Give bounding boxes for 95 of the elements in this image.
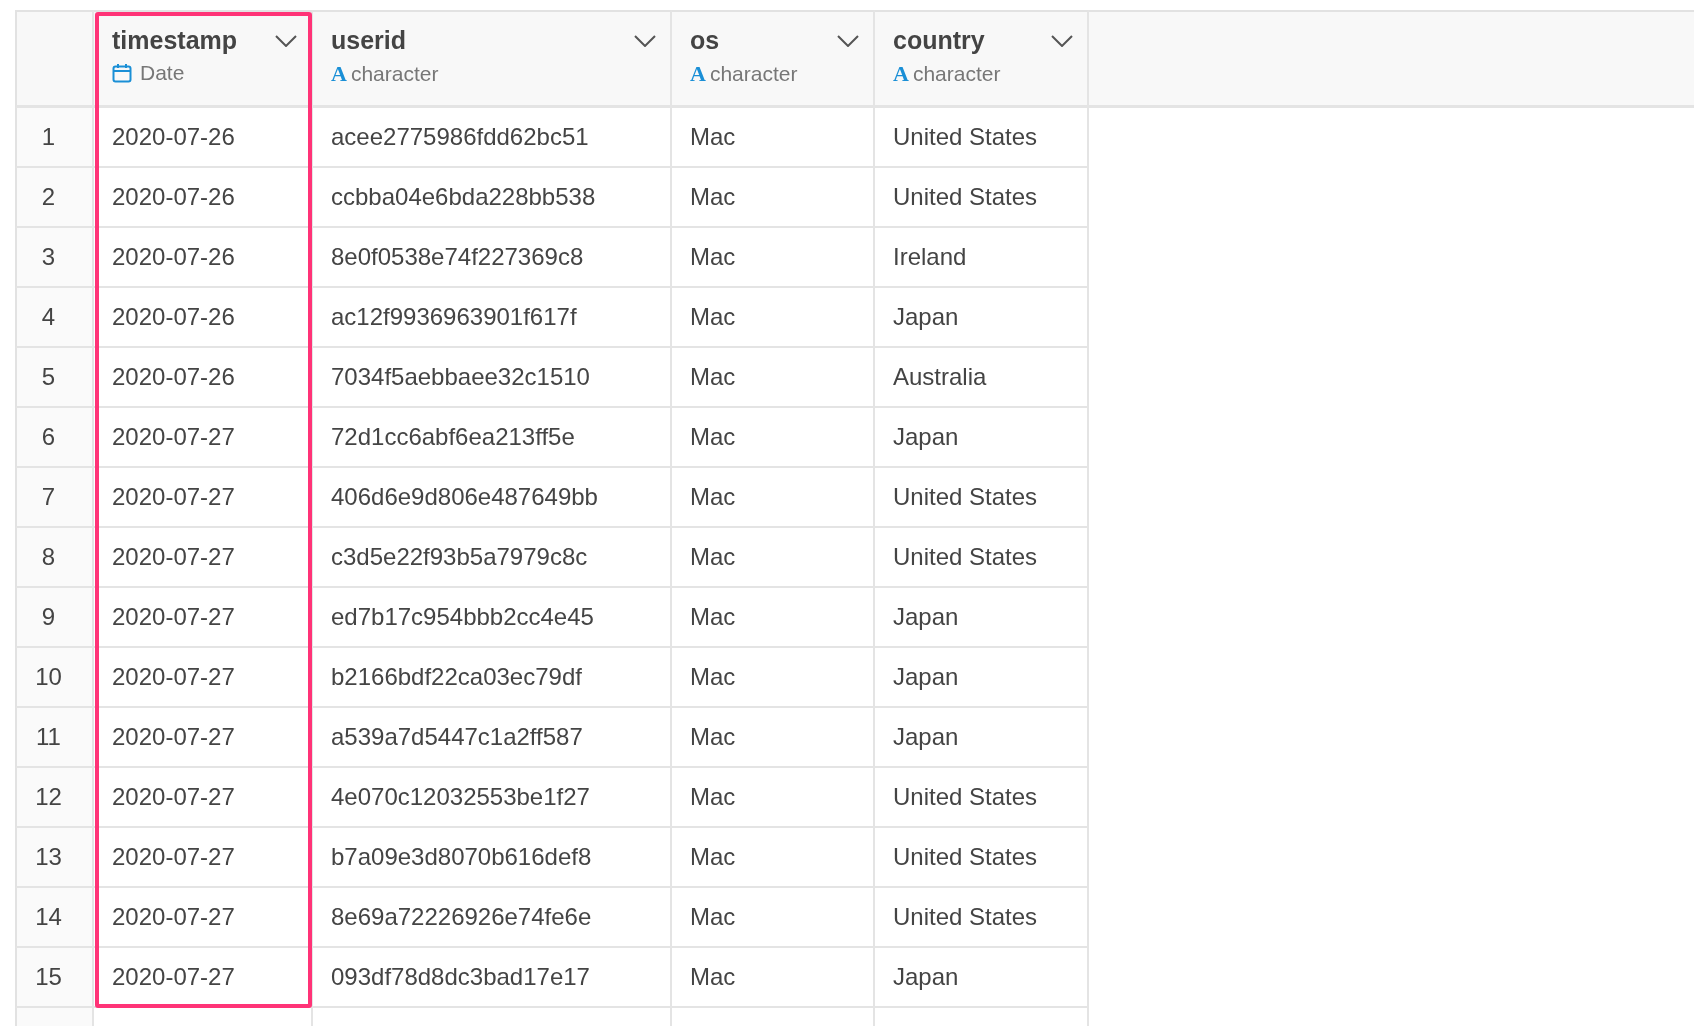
table-cell: 4e070c12032553be1f27 (313, 768, 672, 828)
table-cell: b2166bdf22ca03ec79df (313, 648, 672, 708)
table-cell: United States (875, 768, 1089, 828)
table-cell: 2020-07-26 (94, 228, 313, 288)
row-number: 9 (15, 588, 94, 648)
chevron-down-icon[interactable] (275, 34, 297, 47)
table-cell: 2020-07-27 (94, 768, 313, 828)
row-number: 3 (15, 228, 94, 288)
table-cell: 093df78d8dc3bad17e17 (313, 948, 672, 1008)
table-cell: acee2775986fdd62bc51 (313, 108, 672, 168)
table-cell: Australia (875, 348, 1089, 408)
row-number: 4 (15, 288, 94, 348)
table-cell: United States (875, 108, 1089, 168)
column-name: country (893, 26, 985, 55)
row-number: 8 (15, 528, 94, 588)
column-type-label: character (912, 62, 1001, 86)
table-cell: 2020-07-27 (94, 468, 313, 528)
chevron-down-icon[interactable] (837, 34, 859, 47)
table-cell: 2020-07-27 (94, 948, 313, 1008)
table-cell: Mac (672, 528, 875, 588)
table-cell: Mac (672, 768, 875, 828)
column-header[interactable]: timestamp Date (94, 10, 313, 108)
row-number: 5 (15, 348, 94, 408)
column-name: os (690, 26, 720, 55)
row-number: 15 (15, 948, 94, 1008)
table-cell: Mac (672, 648, 875, 708)
table-cell: Ireland (875, 228, 1089, 288)
table-cell: 2020-07-27 (94, 888, 313, 948)
table-cell: 2020-07-27 (94, 588, 313, 648)
column-header[interactable]: country A character (875, 10, 1089, 108)
table-cell: b7a09e3d8070b616def8 (313, 828, 672, 888)
table-cell: 406d6e9d806e487649bb (313, 468, 672, 528)
table-cell: 2020-07-27 (94, 408, 313, 468)
table-cell: United States (875, 168, 1089, 228)
row-number: 6 (15, 408, 94, 468)
row-number: 7 (15, 468, 94, 528)
table-cell: Mac (672, 588, 875, 648)
table-cell: Japan (875, 588, 1089, 648)
table-cell: Mac (672, 108, 875, 168)
table-cell: Japan (875, 708, 1089, 768)
table-cell: United States (875, 528, 1089, 588)
table-cell: ac12f9936963901f617f (313, 288, 672, 348)
column-header[interactable]: userid A character (313, 10, 672, 108)
table-cell: ccbba04e6bda228bb538 (313, 168, 672, 228)
table-cell: Mac (672, 888, 875, 948)
row-number: 13 (15, 828, 94, 888)
table-cell: Mac (672, 348, 875, 408)
table-cell: 2020-07-27 (94, 528, 313, 588)
table-cell: United States (875, 468, 1089, 528)
table-cell: 2020-07-26 (94, 288, 313, 348)
row-number: 12 (15, 768, 94, 828)
column-header[interactable]: os A character (672, 10, 875, 108)
table-cell: Japan (875, 408, 1089, 468)
table-cell: Japan (875, 948, 1089, 1008)
table-cell: Japan (875, 288, 1089, 348)
column-type-label: Date (140, 61, 185, 85)
row-number: 14 (15, 888, 94, 948)
type-glyph: A (690, 61, 706, 87)
table-cell: 2020-07-27 (94, 828, 313, 888)
row-number: 2 (15, 168, 94, 228)
column-type-label: character (709, 62, 798, 86)
table-cell: Mac (672, 468, 875, 528)
row-number: 1 (15, 108, 94, 168)
table-cell: 7034f5aebbaee32c1510 (313, 348, 672, 408)
table-cell: Mac (672, 708, 875, 768)
row-number: 10 (15, 648, 94, 708)
table-cell: ed7b17c954bbb2cc4e45 (313, 588, 672, 648)
row-number: 11 (15, 708, 94, 768)
type-glyph: A (331, 61, 347, 87)
table-cell: United States (875, 888, 1089, 948)
table-cell: c3d5e22f93b5a7979c8c (313, 528, 672, 588)
table-cell: 2020-07-27 (94, 708, 313, 768)
table-cell: Mac (672, 408, 875, 468)
table-cell: Mac (672, 828, 875, 888)
table-cell: Mac (672, 948, 875, 1008)
chevron-down-icon[interactable] (1051, 34, 1073, 47)
table-cell: 72d1cc6abf6ea213ff5e (313, 408, 672, 468)
table-cell: 2020-07-26 (94, 108, 313, 168)
table-cell: 8e69a72226926e74fe6e (313, 888, 672, 948)
table-cell: 8e0f0538e74f227369c8 (313, 228, 672, 288)
type-glyph: A (893, 61, 909, 87)
calendar-icon (112, 63, 132, 83)
table-cell: a539a7d5447c1a2ff587 (313, 708, 672, 768)
column-name: userid (331, 26, 407, 55)
table-cell: Japan (875, 648, 1089, 708)
table-cell: Mac (672, 288, 875, 348)
chevron-down-icon[interactable] (634, 34, 656, 47)
table-cell: 2020-07-26 (94, 168, 313, 228)
column-name: timestamp (112, 26, 238, 55)
table-cell: United States (875, 828, 1089, 888)
table-cell: 2020-07-27 (94, 648, 313, 708)
column-type-label: character (350, 62, 439, 86)
table-cell: Mac (672, 228, 875, 288)
table-cell: 2020-07-26 (94, 348, 313, 408)
table-cell: Mac (672, 168, 875, 228)
